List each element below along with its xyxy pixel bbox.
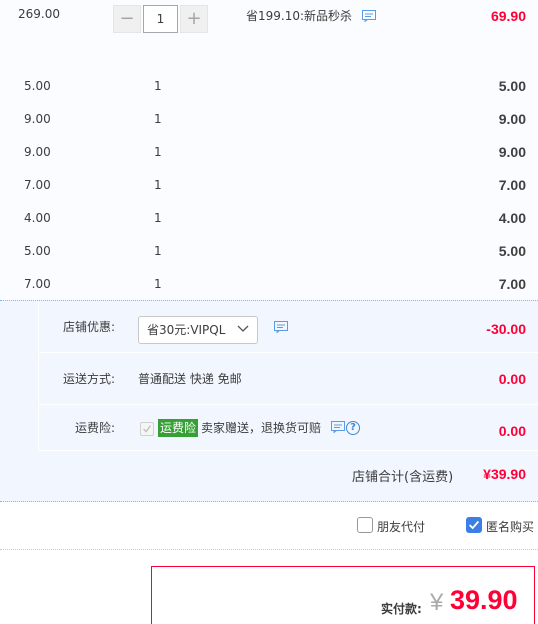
shop-total-label: 店铺合计(含运费) [352,470,454,485]
decrease-quantity-button[interactable]: − [113,5,141,33]
insurance-badge: 运费险 [158,419,199,437]
sub-item-total: 5.00 [498,243,526,259]
check-icon [143,425,151,433]
sub-item-total: 7.00 [498,276,526,292]
item-total: 69.90 [490,8,526,24]
sub-item-row: 9.00 1 9.00 [0,103,538,136]
question-icon[interactable]: ? [346,421,360,435]
chevron-down-icon [237,325,249,332]
payment-label: 实付款: [381,602,422,616]
anonymous-checkbox[interactable] [466,517,482,533]
currency-symbol: ¥ [430,589,444,616]
payment-summary: 实付款: ¥ 39.90 [151,566,535,624]
chat-bubble-icon[interactable] [361,10,376,22]
sub-item-qty: 1 [154,211,162,225]
sub-item-row: 5.00 1 5.00 [0,70,538,103]
shop-total-value: ¥39.90 [483,466,526,482]
order-options: 朋友代付 匿名购买 [0,502,538,550]
sub-item-price: 5.00 [24,79,51,93]
insurance-checkbox [140,422,154,436]
coupon-selected-value: 省30元:VIPQL [147,323,226,337]
quantity-stepper: − 1 + [113,5,209,33]
sub-item-row: 7.00 1 7.00 [0,169,538,202]
sub-item-price: 9.00 [24,112,51,126]
shop-summary: 店铺优惠: 省30元:VIPQL -30.00 运送方式: 普通配送 快递 免邮… [0,300,538,502]
quantity-input[interactable]: 1 [143,5,178,33]
insurance-value: 0.00 [498,423,526,439]
insurance-description: 卖家赠送，退换货可赔 [201,421,322,435]
sub-item-price: 9.00 [24,145,51,159]
chat-bubble-icon[interactable] [274,321,288,333]
sub-item-qty: 1 [154,145,162,159]
sub-item-price: 4.00 [24,211,51,225]
insurance-label: 运费险: [75,421,116,435]
coupon-row: 店铺优惠: 省30元:VIPQL -30.00 [38,301,538,353]
unit-price: 269.00 [18,7,60,21]
sub-item-total: 4.00 [498,210,526,226]
increase-quantity-button[interactable]: + [180,5,208,33]
sub-item-total: 7.00 [498,177,526,193]
sub-item-row: 7.00 1 7.00 [0,268,538,301]
shipping-method: 普通配送 快递 免邮 [138,372,242,386]
promo-info: 省199.10:新品秒杀 [246,7,376,24]
sub-item-row: 4.00 1 4.00 [0,202,538,235]
sub-item-price: 5.00 [24,244,51,258]
main-item-row: 269.00 − 1 + 省199.10:新品秒杀 69.90 [0,0,538,36]
sub-item-total: 9.00 [498,144,526,160]
coupon-label: 店铺优惠: [63,320,116,334]
sub-item-qty: 1 [154,178,162,192]
coupon-select[interactable]: 省30元:VIPQL [138,316,258,344]
insurance-row: 运费险: 运费险 卖家赠送，退换货可赔 ? 0.00 [38,405,538,451]
sub-item-total: 9.00 [498,111,526,127]
friend-pay-checkbox[interactable] [357,517,373,533]
sub-item-qty: 1 [154,79,162,93]
shipping-value: 0.00 [498,371,526,387]
shipping-row: 运送方式: 普通配送 快递 免邮 0.00 [38,353,538,405]
promo-text: 省199.10:新品秒杀 [246,9,353,23]
sub-item-total: 5.00 [498,78,526,94]
coupon-value: -30.00 [486,321,526,337]
sub-item-price: 7.00 [24,178,51,192]
anonymous-label[interactable]: 匿名购买 [486,518,534,535]
chat-bubble-icon[interactable] [331,421,345,433]
sub-item-qty: 1 [154,244,162,258]
sub-item-qty: 1 [154,112,162,126]
shipping-label: 运送方式: [63,372,116,386]
check-icon [469,520,480,530]
order-items-area: 269.00 − 1 + 省199.10:新品秒杀 69.90 5.00 1 5… [0,0,538,300]
sub-item-row: 9.00 1 9.00 [0,136,538,169]
payment-amount: 39.90 [450,585,518,615]
sub-item-row: 5.00 1 5.00 [0,235,538,268]
sub-item-price: 7.00 [24,277,51,291]
sub-item-qty: 1 [154,277,162,291]
friend-pay-label[interactable]: 朋友代付 [377,518,425,535]
